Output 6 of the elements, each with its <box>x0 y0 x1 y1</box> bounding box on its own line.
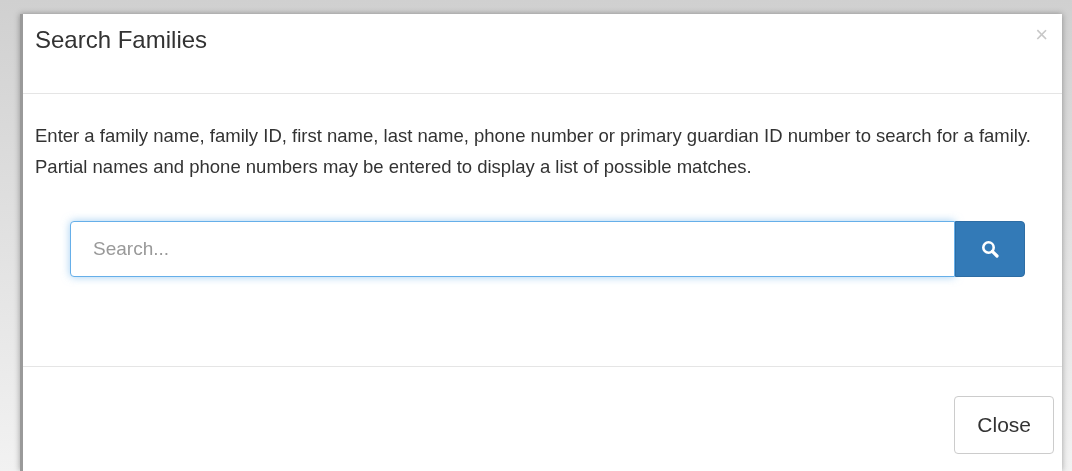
search-button[interactable] <box>955 221 1025 277</box>
description-text: Enter a family name, family ID, first name, last name, phone number or primary guardian ID number to search for a family. Partial names and phone numbers may be entered to display a list of possible matches. <box>35 124 1032 179</box>
search-icon <box>981 240 999 258</box>
dialog-title: Search Families <box>35 26 208 54</box>
search-field[interactable]: Search... <box>70 221 955 277</box>
close-button[interactable]: Close <box>954 396 1054 454</box>
